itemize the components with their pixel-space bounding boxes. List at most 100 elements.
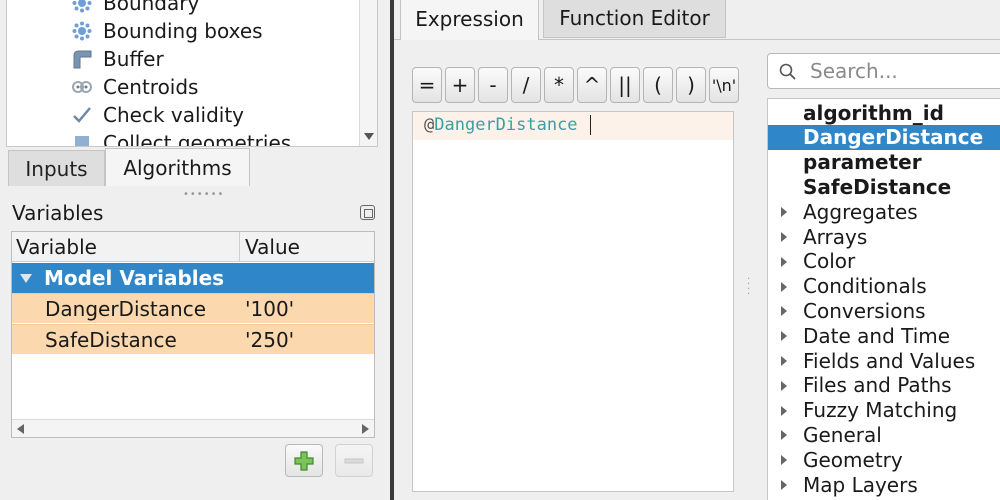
operator-concat-button[interactable]: || xyxy=(610,67,640,103)
expression-editor[interactable]: @DangerDistance xyxy=(412,111,734,492)
function-tree-label: DangerDistance xyxy=(803,125,984,150)
variable-row[interactable]: DangerDistance '100' xyxy=(12,293,374,323)
operator-close-paren-button[interactable]: ) xyxy=(676,67,706,103)
centroids-icon xyxy=(69,76,95,98)
function-tree-item[interactable]: Conversions xyxy=(768,298,1000,323)
function-tree-item[interactable]: DangerDistance xyxy=(768,124,1000,150)
function-search[interactable] xyxy=(767,53,1000,89)
variables-title: Variables xyxy=(12,201,104,225)
function-tree-label: Color xyxy=(803,249,856,274)
function-tree-item[interactable]: Arrays xyxy=(768,224,1000,249)
add-variable-button[interactable] xyxy=(285,444,323,477)
variable-token: DangerDistance xyxy=(434,115,578,135)
algorithm-item-boundary[interactable]: Boundary xyxy=(69,0,199,16)
remove-variable-button[interactable] xyxy=(335,444,373,477)
function-tree-item[interactable]: General xyxy=(768,422,1000,447)
function-tree-item[interactable]: parameter xyxy=(768,150,1000,175)
expression-builder: Expression Function Editor = + - / * ^ |… xyxy=(394,0,1000,500)
expression-text[interactable]: @DangerDistance xyxy=(424,115,591,135)
operator-divide-button[interactable]: / xyxy=(511,67,541,103)
collapse-icon[interactable] xyxy=(20,273,32,283)
float-panel-icon[interactable] xyxy=(360,205,375,220)
operator-newline-button[interactable]: '\n' xyxy=(709,67,739,103)
variable-value[interactable]: '250' xyxy=(245,328,294,352)
algorithm-label: Check validity xyxy=(103,102,245,127)
operator-equals-button[interactable]: = xyxy=(412,67,442,103)
operator-plus-button[interactable]: + xyxy=(445,67,475,103)
function-tree-label: Conversions xyxy=(803,298,926,323)
expand-arrow-icon[interactable] xyxy=(781,306,787,317)
function-tree-label: Map Layers xyxy=(803,472,918,497)
tab-expression[interactable]: Expression xyxy=(400,0,539,40)
algorithms-list: Boundary Bounding boxes Buffer Centroids… xyxy=(6,0,378,147)
expand-arrow-icon[interactable] xyxy=(781,356,787,366)
expand-arrow-icon[interactable] xyxy=(781,480,787,490)
variable-prefix: @ xyxy=(424,115,435,135)
operator-minus-button[interactable]: - xyxy=(478,67,508,103)
tab-inputs[interactable]: Inputs xyxy=(8,150,105,186)
function-tree-item[interactable]: Conditionals xyxy=(768,274,1000,299)
scroll-left-icon[interactable] xyxy=(17,424,24,434)
variable-row[interactable]: SafeDistance '250' xyxy=(12,324,374,354)
plus-icon xyxy=(294,450,314,471)
function-tree-item[interactable]: Fuzzy Matching xyxy=(768,398,1000,423)
function-tree-item[interactable]: Files and Paths xyxy=(768,373,1000,398)
function-tree-item[interactable]: Geometry xyxy=(768,447,1000,472)
search-icon xyxy=(779,63,796,80)
expand-arrow-icon[interactable] xyxy=(781,455,787,466)
function-tree-label: Conditionals xyxy=(803,274,927,299)
search-input[interactable] xyxy=(808,56,998,86)
expand-arrow-icon[interactable] xyxy=(781,380,787,391)
algorithm-item-bounding-boxes[interactable]: Bounding boxes xyxy=(69,17,263,44)
expand-arrow-icon[interactable] xyxy=(781,331,787,342)
tab-function-editor[interactable]: Function Editor xyxy=(543,0,726,38)
function-tree-label: algorithm_id xyxy=(803,100,944,125)
tab-algorithms[interactable]: Algorithms xyxy=(105,148,250,186)
algorithm-label: Bounding boxes xyxy=(103,18,263,43)
function-tree-item[interactable]: SafeDistance xyxy=(768,174,1000,199)
algorithm-item-centroids[interactable]: Centroids xyxy=(69,73,198,100)
modeler-left-panel: Boundary Bounding boxes Buffer Centroids… xyxy=(0,0,390,500)
expand-arrow-icon[interactable] xyxy=(781,207,787,218)
function-tree-item[interactable]: Map Layers xyxy=(768,472,1000,497)
function-tree-label: Aggregates xyxy=(803,199,918,224)
variables-table: Variable Value Model Variables DangerDis… xyxy=(11,231,375,438)
column-header-variable[interactable]: Variable xyxy=(12,232,240,262)
algorithm-label: Buffer xyxy=(103,46,164,71)
model-variables-group[interactable]: Model Variables xyxy=(12,263,374,293)
algorithm-item-collect-geometries[interactable]: Collect geometries xyxy=(69,129,291,146)
function-tree-item[interactable]: Date and Time xyxy=(768,323,1000,348)
function-tree-item[interactable]: Fields and Values xyxy=(768,348,1000,373)
minus-icon xyxy=(344,458,364,463)
expand-arrow-icon[interactable] xyxy=(781,232,787,242)
scroll-down-icon[interactable] xyxy=(364,133,374,140)
splitter-handle[interactable]: · · · · xyxy=(747,275,751,300)
scroll-right-icon[interactable] xyxy=(362,424,369,434)
expand-arrow-icon[interactable] xyxy=(781,256,787,267)
operator-open-paren-button[interactable]: ( xyxy=(643,67,673,103)
expand-arrow-icon[interactable] xyxy=(781,281,787,292)
function-tree-item[interactable]: Color xyxy=(768,249,1000,274)
function-tree-label: General xyxy=(803,422,882,447)
function-tree-label: Date and Time xyxy=(803,323,951,348)
variable-name: SafeDistance xyxy=(45,328,177,352)
operator-multiply-button[interactable]: * xyxy=(544,67,574,103)
algorithm-item-check-validity[interactable]: Check validity xyxy=(69,101,244,128)
function-tree-label: Fuzzy Matching xyxy=(803,398,958,423)
function-tree-item[interactable]: Aggregates xyxy=(768,199,1000,224)
function-tree-label: Fields and Values xyxy=(803,348,976,373)
operator-power-button[interactable]: ^ xyxy=(577,67,607,103)
algorithm-label: Centroids xyxy=(103,74,199,99)
variables-horizontal-scrollbar[interactable] xyxy=(12,419,374,437)
boundary-icon xyxy=(69,0,95,14)
algorithms-scrollbar[interactable] xyxy=(359,0,377,146)
expand-arrow-icon[interactable] xyxy=(781,430,787,441)
function-tree-item[interactable]: algorithm_id xyxy=(768,100,1000,125)
splitter-handle[interactable]: •••••• xyxy=(183,189,224,200)
algorithm-item-buffer[interactable]: Buffer xyxy=(69,45,164,72)
buffer-icon xyxy=(69,48,95,70)
column-header-value[interactable]: Value xyxy=(241,232,300,262)
algorithm-label: Boundary xyxy=(103,0,200,15)
expand-arrow-icon[interactable] xyxy=(781,405,787,416)
variable-value[interactable]: '100' xyxy=(245,297,294,321)
